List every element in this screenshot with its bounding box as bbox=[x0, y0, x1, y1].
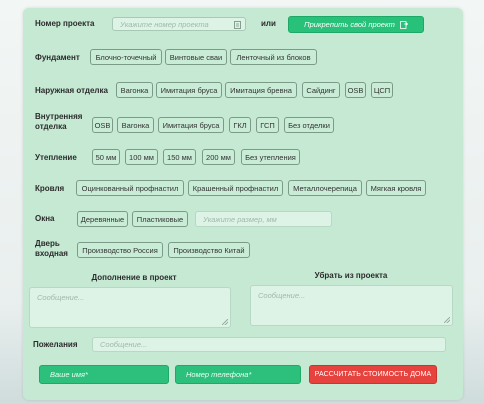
roof-option[interactable]: Металлочерепица bbox=[288, 180, 362, 196]
interior-option[interactable]: Вагонка bbox=[117, 117, 154, 133]
windows-option[interactable]: Пластиковые bbox=[132, 211, 188, 227]
attach-file-icon bbox=[399, 20, 408, 29]
order-form-panel: Номер проекта Укажите номер проекта или … bbox=[23, 8, 463, 400]
remove-from-project-textarea[interactable]: Сообщение... bbox=[250, 285, 453, 326]
insulation-option[interactable]: 50 мм bbox=[92, 149, 120, 165]
resize-handle-icon[interactable] bbox=[444, 317, 450, 323]
interior-label-line2: отделка bbox=[35, 122, 67, 131]
exterior-option[interactable]: Сайдинг bbox=[302, 82, 340, 98]
window-size-placeholder: Укажите размер, мм bbox=[203, 214, 277, 224]
name-placeholder: Ваше имя* bbox=[50, 370, 88, 379]
calculate-price-label: РАССЧИТАТЬ СТОИМОСТЬ ДОМА bbox=[314, 371, 432, 378]
window-size-input[interactable]: Укажите размер, мм bbox=[195, 211, 332, 227]
door-label: Дверь входная bbox=[35, 239, 68, 259]
interior-label: Внутренняя отделка bbox=[35, 112, 82, 132]
name-input[interactable]: Ваше имя* bbox=[39, 365, 169, 384]
attach-project-button[interactable]: Прикрепить свой проект bbox=[288, 16, 424, 33]
add-to-project-placeholder: Сообщение... bbox=[37, 293, 85, 302]
windows-label: Окна bbox=[35, 214, 55, 223]
insulation-option[interactable]: Без утепления bbox=[241, 149, 300, 165]
interior-option[interactable]: ГКЛ bbox=[229, 117, 251, 133]
foundation-label: Фундамент bbox=[35, 53, 80, 62]
insulation-option[interactable]: 100 мм bbox=[125, 149, 158, 165]
door-label-line2: входная bbox=[35, 249, 68, 258]
phone-input[interactable]: Номер телефона* bbox=[175, 365, 301, 384]
foundation-option[interactable]: Ленточный из блоков bbox=[230, 49, 317, 65]
roof-option[interactable]: Мягкая кровля bbox=[366, 180, 426, 196]
interior-option[interactable]: Без отделки bbox=[284, 117, 334, 133]
door-label-line1: Дверь bbox=[35, 239, 60, 248]
document-icon bbox=[234, 21, 241, 31]
resize-handle-icon[interactable] bbox=[222, 319, 228, 325]
interior-option[interactable]: Имитация бруса bbox=[158, 117, 224, 133]
calculate-price-button[interactable]: РАССЧИТАТЬ СТОИМОСТЬ ДОМА bbox=[309, 365, 437, 384]
project-number-input[interactable]: Укажите номер проекта bbox=[112, 17, 246, 31]
add-to-project-label: Дополнение в проект bbox=[91, 273, 177, 282]
roof-label: Кровля bbox=[35, 184, 65, 193]
foundation-option[interactable]: Блочно-точечный bbox=[90, 49, 162, 65]
insulation-option[interactable]: 150 мм bbox=[163, 149, 196, 165]
project-number-label: Номер проекта bbox=[35, 19, 95, 28]
remove-from-project-label: Убрать из проекта bbox=[314, 271, 388, 280]
roof-option[interactable]: Крашенный профнастил bbox=[188, 180, 283, 196]
interior-option[interactable]: OSB bbox=[92, 117, 113, 133]
attach-project-label: Прикрепить свой проект bbox=[304, 20, 395, 29]
phone-placeholder: Номер телефона* bbox=[186, 370, 252, 379]
exterior-option[interactable]: Имитация бревна bbox=[225, 82, 297, 98]
insulation-option[interactable]: 200 мм bbox=[202, 149, 235, 165]
project-number-placeholder: Укажите номер проекта bbox=[120, 19, 209, 29]
exterior-option[interactable]: OSB bbox=[345, 82, 366, 98]
exterior-option[interactable]: ЦСП bbox=[371, 82, 393, 98]
door-option[interactable]: Производство Китай bbox=[168, 242, 250, 258]
or-label: или bbox=[261, 19, 276, 28]
exterior-option[interactable]: Вагонка bbox=[116, 82, 153, 98]
interior-label-line1: Внутренняя bbox=[35, 112, 83, 121]
roof-option[interactable]: Оцинкованный профнастил bbox=[76, 180, 184, 196]
wishes-placeholder: Сообщение... bbox=[100, 340, 148, 349]
foundation-option[interactable]: Винтовые сваи bbox=[165, 49, 227, 65]
exterior-label: Наружная отделка bbox=[35, 86, 108, 95]
wishes-label: Пожелания bbox=[33, 340, 78, 349]
add-to-project-textarea[interactable]: Сообщение... bbox=[29, 287, 231, 328]
door-option[interactable]: Производство Россия bbox=[77, 242, 163, 258]
windows-option[interactable]: Деревянные bbox=[77, 211, 128, 227]
wishes-input[interactable]: Сообщение... bbox=[92, 337, 446, 352]
exterior-option[interactable]: Имитация бруса bbox=[156, 82, 222, 98]
insulation-label: Утепление bbox=[35, 153, 77, 162]
interior-option[interactable]: ГСП bbox=[256, 117, 279, 133]
remove-from-project-placeholder: Сообщение... bbox=[258, 291, 306, 300]
